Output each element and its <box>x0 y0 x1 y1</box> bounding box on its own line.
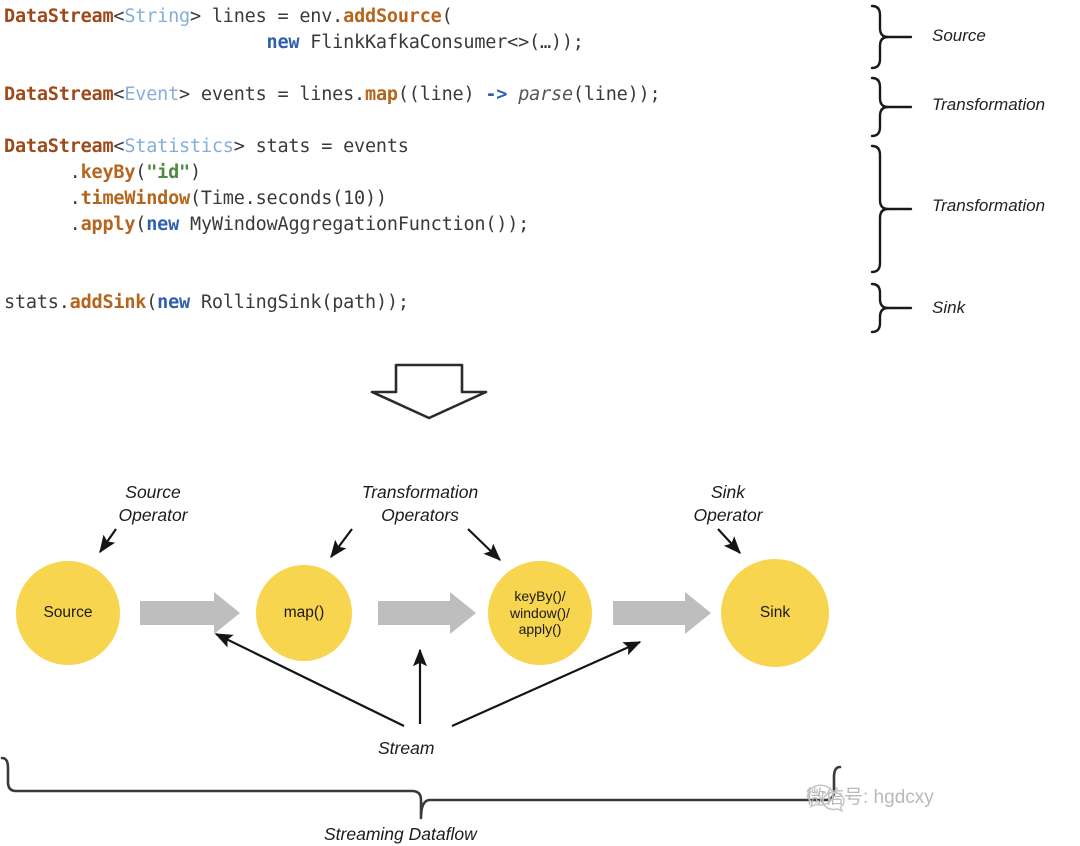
operator-node-label-line: window()/ <box>510 604 570 621</box>
operator-node-label: map() <box>284 604 324 622</box>
operator-label: Source Operator <box>118 482 188 525</box>
wechat-icon <box>807 784 845 813</box>
operator-label: Sink Operator <box>693 482 763 525</box>
operator-node-label: Source <box>43 604 92 622</box>
diagram-canvas: DataStream<String> lines = env.addSource… <box>0 0 1080 846</box>
operator-node-label-line: apply() <box>518 621 562 638</box>
dataflow-brace <box>0 756 842 820</box>
dataflow-brace-svg <box>0 756 842 820</box>
stream-label: Stream <box>378 738 435 758</box>
operator-node: map() <box>256 565 352 661</box>
operator-label: Transformation Operators <box>361 482 479 525</box>
streaming-dataflow-label: Streaming Dataflow <box>324 824 477 844</box>
wechat-watermark: 微信号: hgdcxy <box>806 782 934 813</box>
operator-node-label-line: keyBy()/ <box>514 588 566 605</box>
operator-node-label: Sink <box>760 604 790 622</box>
operator-node-label-line: map() <box>283 603 325 621</box>
operator-node-label-line: Sink <box>759 603 791 621</box>
operator-node: Source <box>16 561 120 665</box>
operator-node-label-line: Source <box>43 603 93 621</box>
operator-node: Sink <box>721 559 829 667</box>
operator-node: keyBy()/window()/apply() <box>488 561 592 665</box>
operator-node-label: keyBy()/window()/apply() <box>510 588 570 638</box>
